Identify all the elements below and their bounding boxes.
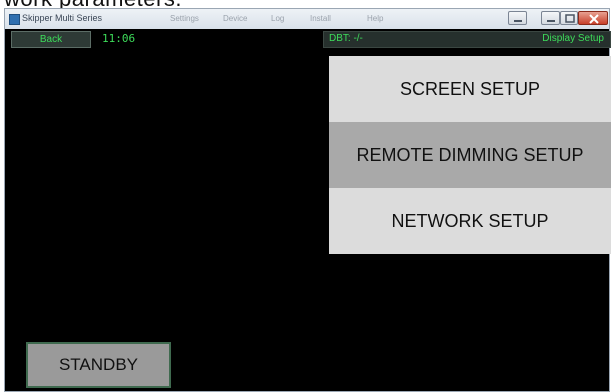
top-bar: Back 11:06 DBT: -/- Display Setup (5, 29, 611, 51)
dbt-readout: DBT: -/- (329, 33, 363, 44)
window-title: Skipper Multi Series (22, 13, 103, 23)
title-bar: Skipper Multi Series Settings Device Log… (5, 9, 609, 30)
close-button[interactable] (578, 11, 608, 25)
screen-setup-button[interactable]: SCREEN SETUP (329, 56, 611, 122)
menu-item-install[interactable]: Install (310, 14, 331, 23)
remote-dimming-setup-button[interactable]: REMOTE DIMMING SETUP (329, 122, 611, 188)
menu-item-log[interactable]: Log (271, 14, 284, 23)
minimize-button[interactable] (508, 11, 527, 25)
clock: 11:06 (102, 32, 136, 45)
standby-button[interactable]: STANDBY (26, 342, 171, 388)
network-setup-button[interactable]: NETWORK SETUP (329, 188, 611, 254)
minimize-icon (514, 20, 522, 22)
minimize-icon (547, 20, 555, 22)
maximize-button[interactable] (560, 11, 578, 25)
menu-item-settings[interactable]: Settings (170, 14, 199, 23)
app-window: Skipper Multi Series Settings Device Log… (4, 8, 611, 392)
app-icon (9, 14, 20, 25)
status-area: DBT: -/- Display Setup (323, 31, 611, 48)
mode-label: Display Setup (542, 33, 604, 44)
close-icon (589, 14, 599, 24)
maximize-icon (565, 14, 575, 23)
setup-menu: SCREEN SETUP REMOTE DIMMING SETUP NETWOR… (329, 56, 611, 254)
menu-item-help[interactable]: Help (367, 14, 383, 23)
back-button[interactable]: Back (11, 31, 91, 48)
restore-button[interactable] (541, 11, 560, 25)
menu-item-device[interactable]: Device (223, 14, 247, 23)
